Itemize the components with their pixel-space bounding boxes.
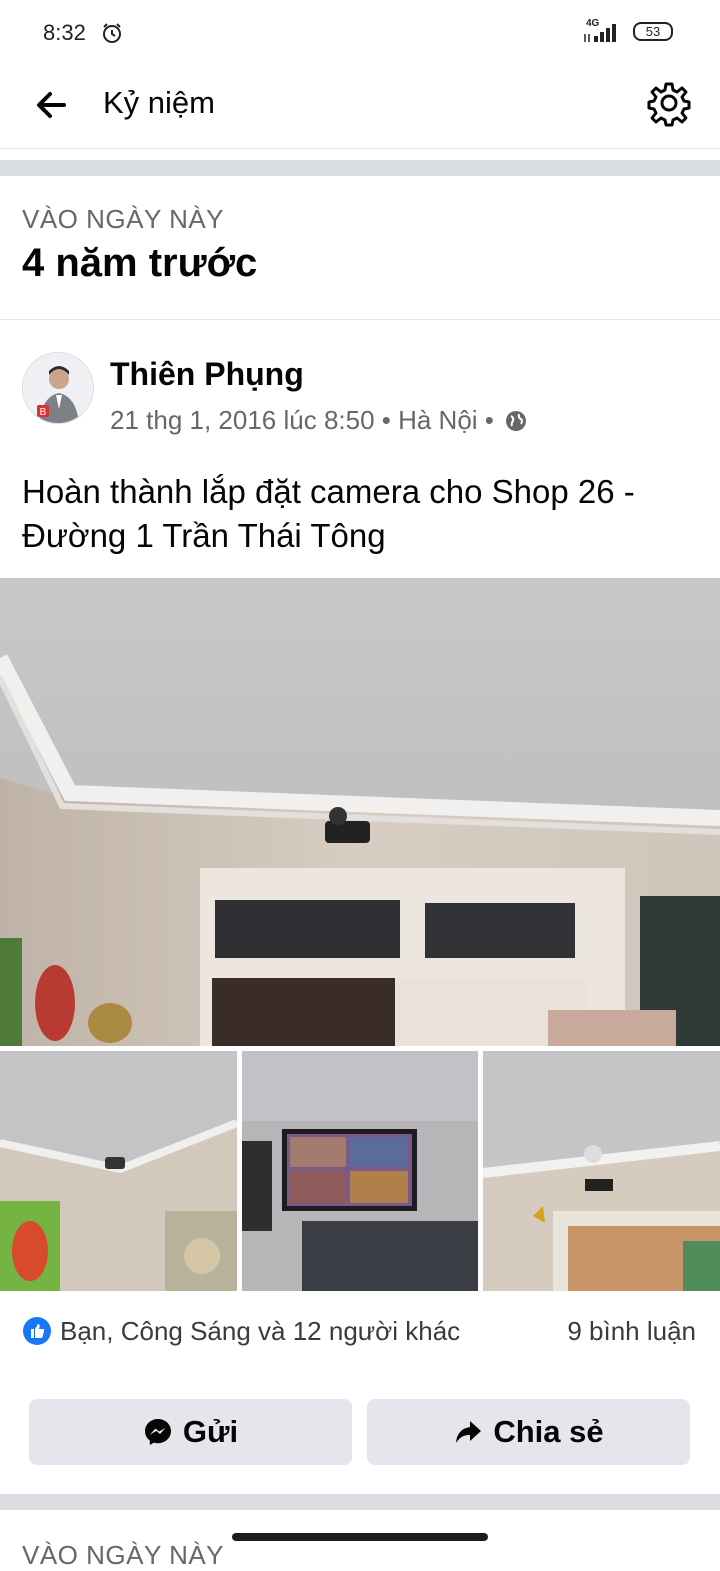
- section-separator: [0, 160, 720, 176]
- divider: [0, 319, 720, 320]
- app-bar: Kỷ niệm: [0, 66, 720, 149]
- reaction-summary[interactable]: Bạn, Công Sáng và 12 người khác: [60, 1316, 460, 1347]
- reactions-row[interactable]: Bạn, Công Sáng và 12 người khác 9 bình l…: [22, 1314, 702, 1348]
- share-button-label: Chia sẻ: [493, 1414, 604, 1449]
- status-bar: 8:32 4G 53: [0, 0, 720, 66]
- section-title: 4 năm trước: [22, 241, 258, 285]
- like-reaction-icon: [23, 1317, 51, 1345]
- signal-icon: [584, 24, 616, 42]
- page-title: Kỷ niệm: [103, 85, 215, 120]
- share-icon: [456, 1421, 482, 1443]
- back-arrow-icon[interactable]: [34, 88, 68, 122]
- post-author[interactable]: Thiên Phụng: [110, 356, 304, 393]
- next-section-label: VÀO NGÀY NÀY: [22, 1540, 225, 1570]
- messenger-icon: [144, 1419, 171, 1445]
- avatar[interactable]: B: [22, 352, 94, 424]
- send-button-label: Gửi: [182, 1414, 239, 1449]
- status-time: 8:32: [43, 20, 86, 45]
- post-meta: 21 thg 1, 2016 lúc 8:50 • Hà Nội •: [110, 405, 527, 436]
- comment-count[interactable]: 9 bình luận: [567, 1316, 696, 1347]
- post-timestamp-location[interactable]: 21 thg 1, 2016 lúc 8:50 • Hà Nội •: [110, 405, 494, 435]
- post-photo-thumb[interactable]: [0, 1051, 237, 1291]
- battery-indicator: 53: [633, 22, 673, 41]
- gear-icon[interactable]: [645, 79, 693, 127]
- alarm-icon: [103, 23, 121, 43]
- globe-icon: [506, 411, 527, 431]
- section-label: VÀO NGÀY NÀY: [22, 204, 225, 234]
- post-photo-thumb[interactable]: [483, 1051, 720, 1291]
- post-photo-thumb[interactable]: [242, 1051, 478, 1291]
- share-button[interactable]: Chia sẻ: [367, 1399, 690, 1465]
- post-photo-main[interactable]: [0, 578, 720, 1046]
- send-button[interactable]: Gửi: [29, 1399, 352, 1465]
- section-separator: [0, 1494, 720, 1510]
- svg-text:B: B: [40, 407, 47, 418]
- home-indicator[interactable]: [232, 1533, 488, 1541]
- post-text: Hoàn thành lắp đặt camera cho Shop 26 - …: [22, 473, 635, 554]
